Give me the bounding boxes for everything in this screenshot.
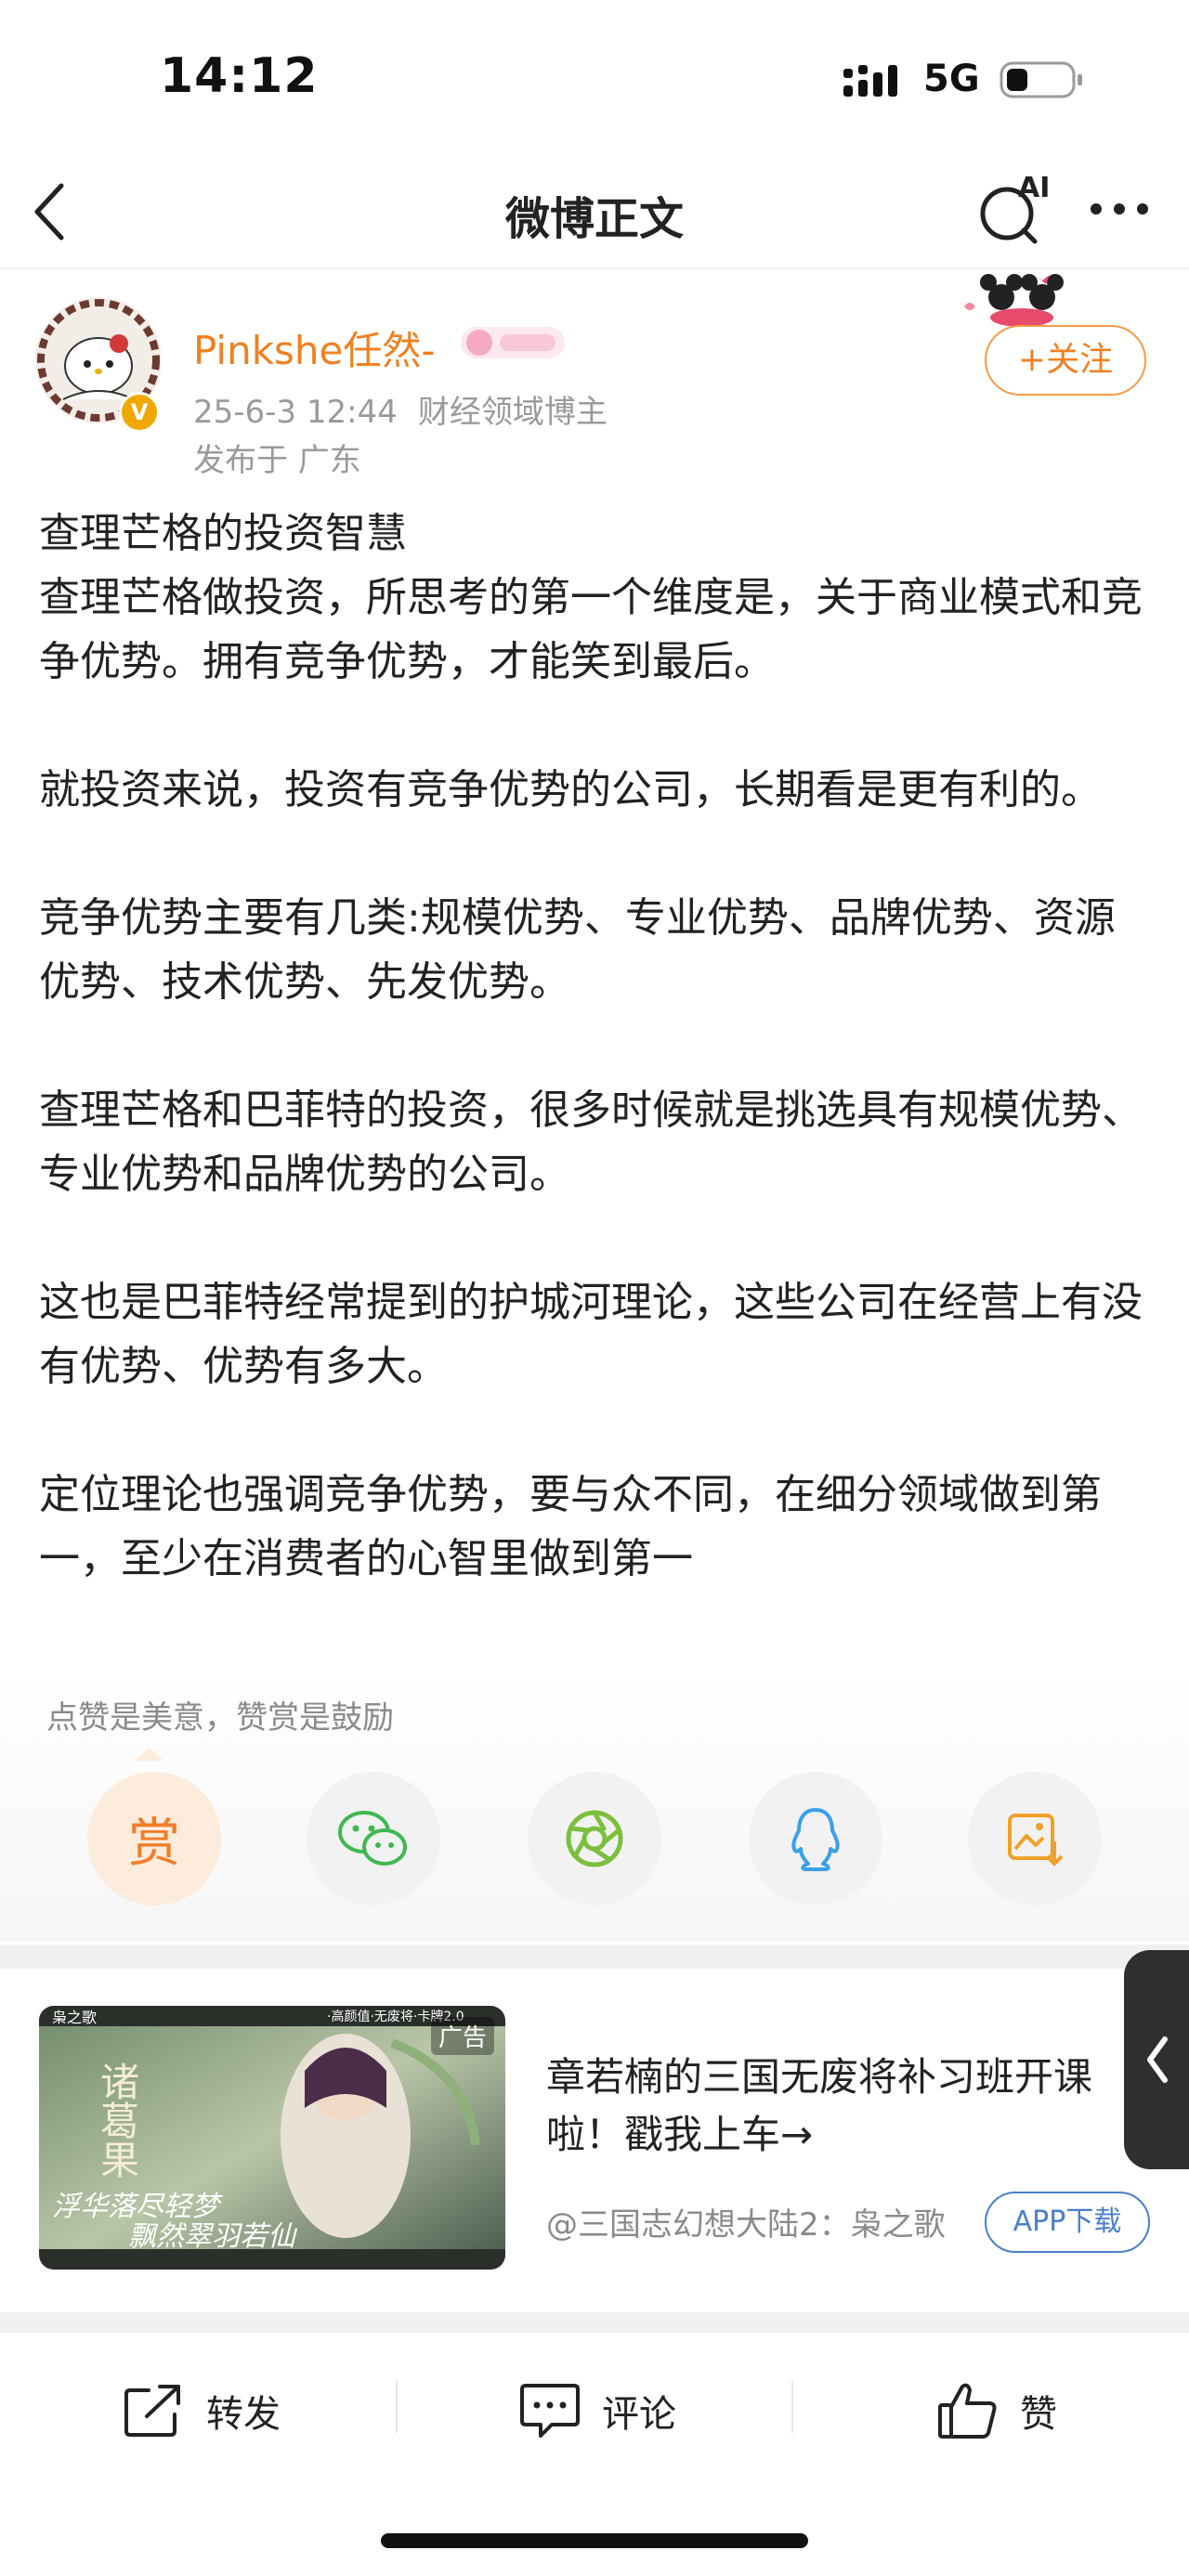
qq-icon: [791, 1808, 840, 1871]
share-wechat-button[interactable]: [307, 1772, 440, 1906]
reward-label: 赏: [128, 1813, 180, 1874]
ad-label: 广告: [431, 2017, 495, 2055]
repost-label: 转发: [206, 2393, 281, 2436]
ad-image-verse1: 浮华落尽轻梦: [52, 2191, 223, 2223]
post-date: 25-6-3 12:44: [193, 394, 398, 431]
status-time: 14:12: [160, 48, 319, 104]
comment-button[interactable]: 评论: [518, 2375, 676, 2446]
share-moments-button[interactable]: [528, 1772, 661, 1906]
tip-pointer-icon: [136, 1748, 163, 1761]
toolbar-separator: [396, 2381, 398, 2433]
ad-title[interactable]: 章若楠的三国无废将补习班开课啦！戳我上车→: [546, 2049, 1131, 2164]
more-options-icon[interactable]: [1087, 195, 1152, 223]
section-divider: [0, 2312, 1189, 2333]
network-type: 5G: [923, 58, 980, 100]
post-meta: 25-6-3 12:44 财经领域博主: [193, 386, 608, 432]
ai-label: AI: [1018, 173, 1050, 204]
home-indicator: [381, 2533, 808, 2548]
toolbar-separator: [791, 2381, 793, 2433]
share-qq-button[interactable]: [749, 1772, 882, 1906]
ad-image-name: 诸葛果: [95, 2062, 140, 2179]
save-image-icon: [1008, 1814, 1064, 1867]
ai-search-icon[interactable]: AI: [977, 173, 1052, 247]
follow-button[interactable]: +关注: [985, 325, 1146, 396]
chevron-left-icon: [1147, 2036, 1168, 2083]
ad-source[interactable]: @三国志幻想大陆2：枭之歌: [546, 2199, 946, 2244]
author-name[interactable]: Pinkshe任然-: [193, 319, 436, 376]
moments-icon: [566, 1810, 623, 1867]
app-download-button[interactable]: APP下载: [985, 2192, 1150, 2253]
repost-button[interactable]: 转发: [123, 2375, 281, 2446]
comment-icon: [520, 2384, 580, 2438]
member-badge-icon: [461, 327, 565, 358]
verified-badge: V: [119, 392, 160, 433]
save-image-button[interactable]: [968, 1772, 1102, 1906]
author-category: 财经领域博主: [417, 394, 608, 431]
like-button[interactable]: 赞: [936, 2375, 1057, 2446]
repost-icon: [124, 2385, 180, 2437]
side-panel-handle[interactable]: [1124, 1950, 1189, 2169]
reward-tip: 点赞是美意，赞赏是鼓励: [46, 1699, 394, 1737]
wechat-icon: [338, 1811, 407, 1866]
ad-image-verse2: 飘然翠羽若仙: [128, 2220, 298, 2253]
reward-button[interactable]: 赏: [87, 1772, 221, 1906]
battery-icon: [1000, 61, 1082, 98]
ad-image-logo: 枭之歌: [52, 2009, 97, 2026]
section-divider: [0, 1945, 1189, 1969]
post-location: 发布于 广东: [193, 442, 361, 479]
comment-label: 评论: [602, 2393, 676, 2436]
post-body: 查理芒格的投资智慧 查理芒格做投资，所思考的第一个维度是，关于商业模式和竞争优势…: [39, 510, 1143, 1582]
thumbs-up-icon: [938, 2383, 997, 2439]
signal-icon: [843, 65, 897, 97]
like-label: 赞: [1020, 2393, 1057, 2436]
